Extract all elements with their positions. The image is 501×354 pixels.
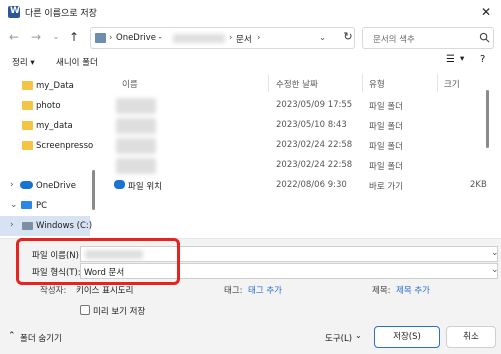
thumbnail-checkbox[interactable] [80, 305, 90, 315]
breadcrumb-separator-icon: › [229, 33, 233, 43]
drive-icon [22, 222, 33, 230]
pc-icon [21, 201, 32, 209]
close-icon[interactable]: ✕ [478, 4, 494, 20]
blurred-file-name [116, 138, 156, 154]
breadcrumb-documents[interactable]: 문서 [236, 33, 252, 45]
title-bar: 다른 이름으로 저장 ✕ [0, 0, 501, 24]
nav-item-screenpresso[interactable]: Screenpresso [0, 136, 93, 156]
search-placeholder: 문서의 색추 [373, 35, 415, 45]
view-dropdown-icon[interactable]: ▾ [460, 54, 464, 64]
author-value[interactable]: 키이스 표시도리 [76, 284, 133, 296]
folder-icon [22, 141, 33, 150]
add-tag-link[interactable]: 태그 추가 [248, 284, 282, 296]
column-header-date[interactable]: 수정한 날짜 [276, 78, 318, 90]
blurred-file-name [116, 98, 156, 114]
save-button[interactable]: 저장(S) [374, 326, 440, 348]
recent-chevron-icon[interactable]: ⌄ [48, 29, 64, 45]
folder-icon [95, 33, 106, 43]
folder-icon [22, 121, 33, 130]
word-app-icon [8, 6, 20, 18]
add-title-link[interactable]: 제목 추가 [396, 284, 430, 296]
file-list-scrollbar[interactable] [486, 90, 489, 148]
column-divider[interactable] [268, 74, 269, 92]
nav-scrollbar[interactable] [92, 170, 95, 210]
up-arrow-icon[interactable]: ↑ [66, 29, 82, 45]
breadcrumb-separator-icon: › [109, 33, 113, 43]
list-item[interactable]: 2023/02/24 22:58 파일 폴더 [108, 136, 494, 156]
list-item[interactable]: 2023/05/10 8:43 파일 폴더 [108, 116, 494, 136]
list-item[interactable]: 2023/05/09 17:55 파일 폴더 [108, 96, 494, 116]
cancel-button[interactable]: 취소 [446, 326, 496, 348]
column-header-type[interactable]: 유형 [369, 78, 385, 90]
search-icon [479, 32, 490, 43]
tools-menu[interactable]: 도구(L) [325, 332, 352, 344]
blurred-file-name [116, 158, 156, 174]
chevron-up-icon[interactable]: ⌃ [8, 331, 16, 341]
nav-item-my-data-2[interactable]: my_data [0, 116, 90, 136]
new-folder-button[interactable]: 새니이 폴더 [56, 56, 98, 68]
list-item[interactable]: 파일 위치 2022/08/06 9:30 바로 가기 2KB [108, 176, 494, 196]
shortcut-icon [114, 180, 125, 189]
blurred-account-name [173, 34, 225, 43]
folder-icon [22, 81, 33, 90]
refresh-icon[interactable]: ↻ [340, 29, 356, 45]
search-box[interactable]: 문서의 색추 [362, 27, 494, 49]
chevron-down-icon[interactable]: ⌄ [10, 200, 18, 210]
help-icon[interactable]: ? [480, 54, 485, 65]
window-title: 다른 이름으로 저장 [25, 9, 97, 19]
thumbnail-label: 미리 보기 저장 [93, 307, 146, 317]
column-divider[interactable] [437, 74, 438, 92]
nav-item-onedrive[interactable]: › OneDrive [0, 176, 90, 196]
chevron-down-icon[interactable]: ⌄ [355, 331, 362, 340]
author-label: 작성자: [40, 286, 67, 296]
breadcrumb-separator-icon: › [257, 33, 261, 43]
column-header-size[interactable]: 크기 [444, 78, 460, 90]
red-highlight-box [16, 238, 180, 285]
back-arrow-icon[interactable]: ← [6, 29, 22, 45]
chevron-right-icon[interactable]: › [10, 220, 14, 230]
nav-item-my-data[interactable]: my_Data [0, 76, 90, 96]
chevron-down-icon[interactable]: ⌄ [491, 248, 499, 258]
column-header-name[interactable]: 이름 [122, 78, 138, 90]
chevron-right-icon[interactable]: › [10, 180, 14, 190]
nav-item-photo[interactable]: photo [0, 96, 90, 116]
nav-item-windows-c[interactable]: › Windows (C:) [0, 216, 92, 236]
breadcrumb-onedrive[interactable]: OneDrive - [116, 33, 162, 43]
address-dropdown-icon[interactable]: ⌄ [319, 33, 326, 43]
nav-item-pc[interactable]: ⌄ PC [0, 196, 90, 216]
forward-arrow-icon[interactable]: → [28, 29, 44, 45]
organize-menu[interactable]: 정리 ▾ [12, 56, 35, 68]
cloud-icon [20, 181, 33, 189]
folder-icon [22, 101, 33, 110]
address-bar[interactable]: › OneDrive - › 문서 › ⌄ [90, 27, 355, 49]
list-item[interactable]: 2023/02/24 22:58 파일 폴더 [108, 156, 494, 176]
title-label: 제목: [372, 286, 391, 296]
column-divider[interactable] [362, 74, 363, 92]
tags-label: 태그: [224, 286, 243, 296]
view-options-icon[interactable]: ☰ [446, 54, 455, 65]
chevron-down-icon[interactable]: ⌄ [491, 265, 499, 275]
blurred-file-name [116, 118, 156, 134]
hide-folders-button[interactable]: 폴더 숨기기 [20, 332, 62, 344]
